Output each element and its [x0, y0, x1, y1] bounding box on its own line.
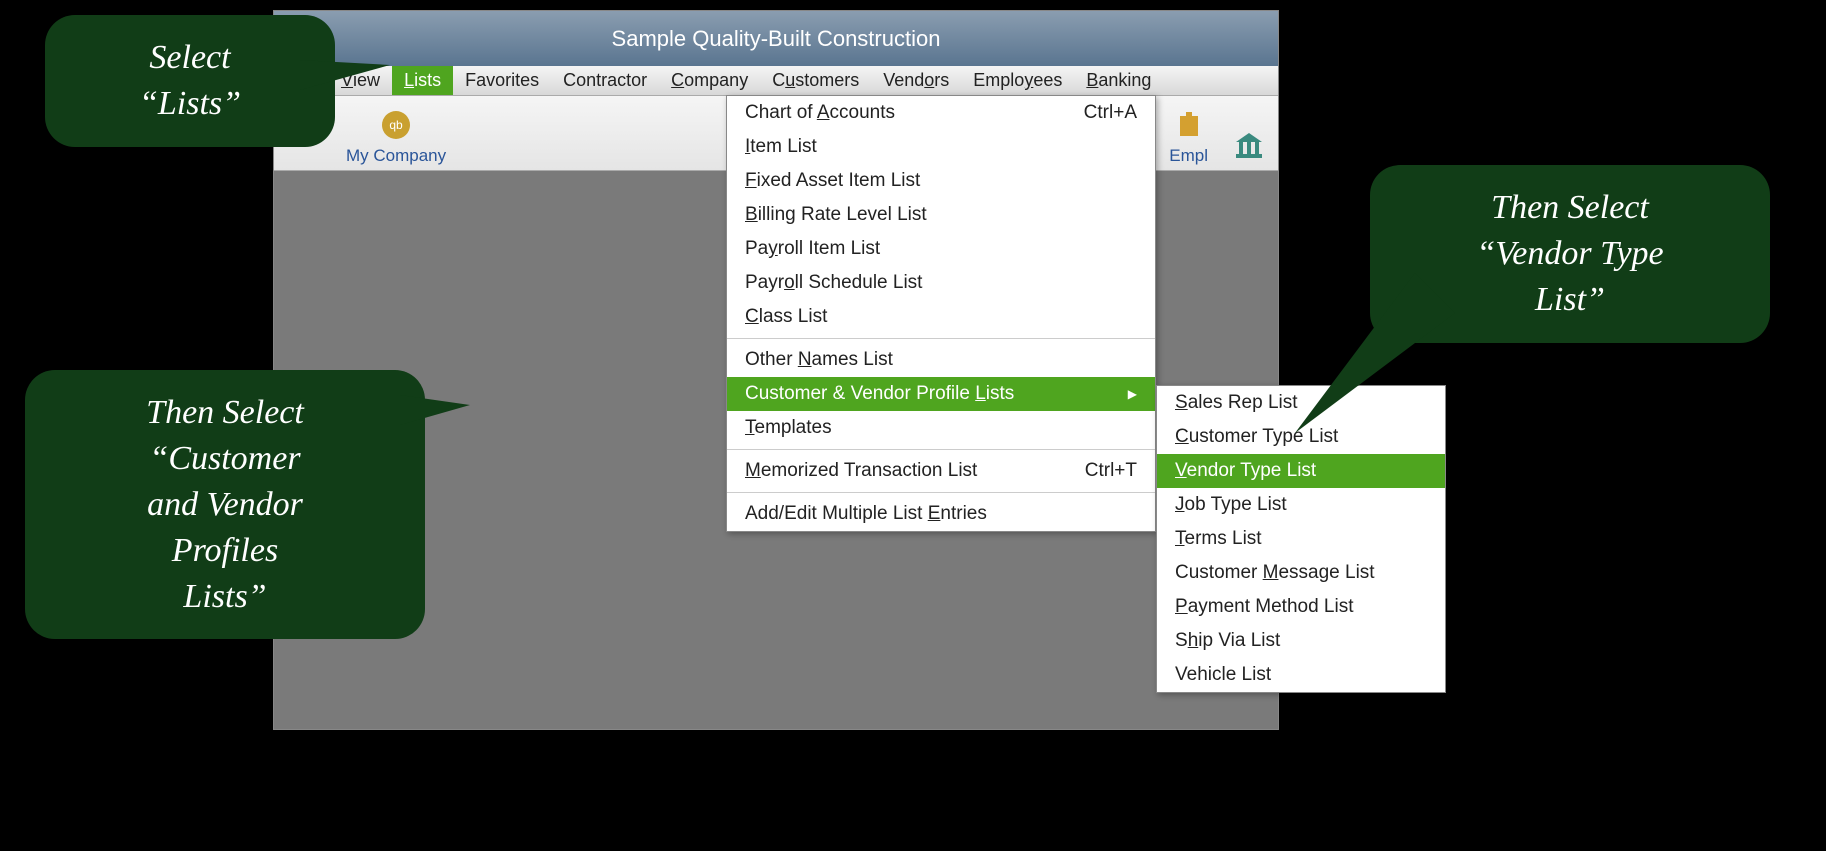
callout-text: Lists” [55, 574, 395, 620]
lists-dropdown: Chart of Accounts Ctrl+A Item List Fixed… [726, 95, 1156, 532]
callout-text: Then Select [1400, 185, 1740, 231]
titlebar: Sample Quality-Built Construction [274, 11, 1278, 66]
submenu-payment-method[interactable]: Payment Method List [1157, 590, 1445, 624]
tool-my-company-label: My Company [346, 146, 446, 166]
callout-customer-vendor: Then Select “Customer and Vendor Profile… [25, 370, 425, 639]
submenu-terms[interactable]: Terms List [1157, 522, 1445, 556]
menu-customer-vendor-profile[interactable]: Customer & Vendor Profile Lists ▶ [727, 377, 1155, 411]
separator [727, 449, 1155, 450]
svg-text:qb: qb [389, 118, 403, 132]
submenu-ship-via[interactable]: Ship Via List [1157, 624, 1445, 658]
menu-customers[interactable]: Customers [760, 66, 871, 95]
shortcut-memorized: Ctrl+T [1085, 460, 1137, 482]
callout-text: “Lists” [75, 81, 305, 127]
separator [727, 492, 1155, 493]
menu-banking[interactable]: Banking [1074, 66, 1163, 95]
menu-vendors[interactable]: Vendors [871, 66, 961, 95]
menu-company[interactable]: Company [659, 66, 760, 95]
callout-text: “Customer [55, 436, 395, 482]
menu-templates[interactable]: Templates [727, 411, 1155, 445]
menu-lists[interactable]: Lists [392, 66, 453, 95]
callout-text: Profiles [55, 528, 395, 574]
callout-text: and Vendor [55, 482, 395, 528]
menu-item-list[interactable]: Item List [727, 130, 1155, 164]
submenu-job-type[interactable]: Job Type List [1157, 488, 1445, 522]
separator [727, 338, 1155, 339]
callout-tail-icon [1295, 253, 1475, 433]
callout-tail-icon [300, 50, 390, 100]
menu-billing-rate[interactable]: Billing Rate Level List [727, 198, 1155, 232]
tool-my-company[interactable]: qb My Company [334, 108, 458, 170]
callout-vendor-type: Then Select “Vendor Type List” [1370, 165, 1770, 343]
submenu-vehicle[interactable]: Vehicle List [1157, 658, 1445, 692]
menu-class-list[interactable]: Class List [727, 300, 1155, 334]
submenu-customer-message[interactable]: Customer Message List [1157, 556, 1445, 590]
menu-fixed-asset[interactable]: Fixed Asset Item List [727, 164, 1155, 198]
menu-employees[interactable]: Employees [961, 66, 1074, 95]
callout-text: Select [75, 35, 305, 81]
menu-add-edit[interactable]: Add/Edit Multiple List Entries [727, 497, 1155, 531]
menu-contractor[interactable]: Contractor [551, 66, 659, 95]
menu-favorites[interactable]: Favorites [453, 66, 551, 95]
menu-other-names[interactable]: Other Names List [727, 343, 1155, 377]
callout-tail-icon [400, 390, 470, 430]
menu-memorized[interactable]: Memorized Transaction List Ctrl+T [727, 454, 1155, 488]
menubar: Edit View Lists Favorites Contractor Com… [274, 66, 1278, 96]
submenu-vendor-type[interactable]: Vendor Type List [1157, 454, 1445, 488]
tool-employees-label: Empl [1169, 146, 1208, 166]
callout-text: Then Select [55, 390, 395, 436]
tool-employees[interactable]: Empl [1157, 108, 1220, 170]
window-title: Sample Quality-Built Construction [612, 26, 941, 52]
shortcut-chart-accounts: Ctrl+A [1084, 102, 1137, 124]
menu-payroll-item[interactable]: Payroll Item List [727, 232, 1155, 266]
callout-select-lists: Select “Lists” [45, 15, 335, 147]
submenu-arrow-icon: ▶ [1128, 387, 1137, 401]
company-icon: qb [379, 108, 413, 142]
tool-banking[interactable] [1220, 128, 1278, 170]
menu-chart-of-accounts[interactable]: Chart of Accounts Ctrl+A [727, 96, 1155, 130]
badge-icon [1172, 108, 1206, 142]
menu-payroll-schedule[interactable]: Payroll Schedule List [727, 266, 1155, 300]
bank-icon [1232, 128, 1266, 162]
